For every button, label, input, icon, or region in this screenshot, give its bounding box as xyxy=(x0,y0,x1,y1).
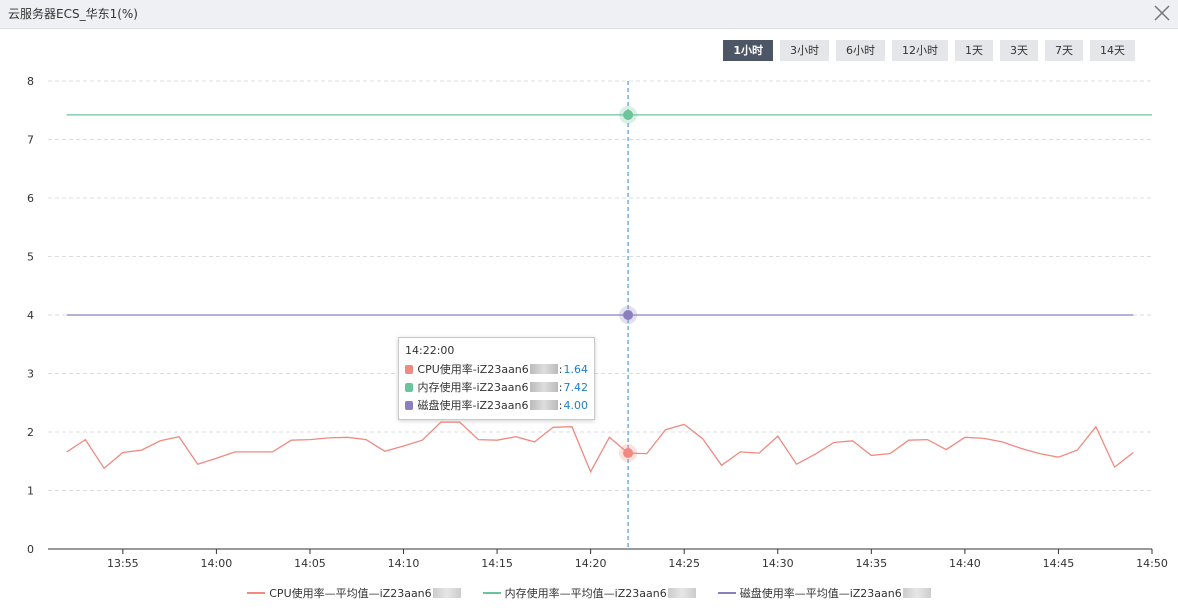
legend-swatch-memory xyxy=(482,592,501,594)
y-tick-label: 3 xyxy=(27,368,34,381)
x-tick-label: 14:05 xyxy=(294,557,326,570)
tooltip-time: 14:22:00 xyxy=(405,344,455,357)
x-tick-label: 13:55 xyxy=(107,557,139,570)
x-tick-label: 14:25 xyxy=(668,557,700,570)
redacted-mask xyxy=(432,588,461,598)
tooltip-swatch-cpu xyxy=(405,364,414,374)
tooltip-row-memory: 内存使用率-iZ23aan6 : 7.42 xyxy=(405,378,588,396)
x-tick-label: 14:10 xyxy=(388,557,420,570)
tooltip-label-cpu: CPU使用率-iZ23aan6 xyxy=(417,363,529,376)
x-tick-label: 14:00 xyxy=(201,557,233,570)
legend-label-memory: 内存使用率—平均值—iZ23aan6 xyxy=(504,587,667,600)
tooltip-swatch-disk xyxy=(405,400,414,410)
legend-label-cpu: CPU使用率—平均值—iZ23aan6 xyxy=(269,587,432,600)
legend-item-cpu[interactable]: CPU使用率—平均值—iZ23aan6 xyxy=(247,585,461,601)
x-tick-label: 14:50 xyxy=(1136,557,1168,570)
x-tick-label: 14:30 xyxy=(762,557,794,570)
y-tick-label: 2 xyxy=(27,426,34,439)
cpu-series-line xyxy=(66,421,1134,474)
redacted-mask xyxy=(667,588,696,598)
memory-highlight-point xyxy=(623,109,634,120)
chart-legend: CPU使用率—平均值—iZ23aan6 内存使用率—平均值—iZ23aan6 磁… xyxy=(0,585,1178,601)
legend-swatch-disk xyxy=(717,592,736,594)
x-tick-label: 14:40 xyxy=(949,557,981,570)
redacted-mask xyxy=(529,364,558,374)
legend-item-memory[interactable]: 内存使用率—平均值—iZ23aan6 xyxy=(482,585,696,601)
redacted-mask xyxy=(529,400,558,410)
disk-highlight-point xyxy=(623,310,634,320)
y-tick-label: 0 xyxy=(27,543,34,556)
tooltip-label-memory: 内存使用率-iZ23aan6 xyxy=(417,381,529,394)
tooltip-value-disk: 4.00 xyxy=(563,398,589,412)
y-tick-label: 7 xyxy=(27,134,34,147)
x-tick-label: 14:35 xyxy=(855,557,887,570)
tooltip-swatch-memory xyxy=(405,382,414,392)
x-tick-label: 14:15 xyxy=(481,557,513,570)
x-tick-label: 14:45 xyxy=(1043,557,1075,570)
legend-item-disk[interactable]: 磁盘使用率—平均值—iZ23aan6 xyxy=(717,585,931,601)
legend-label-disk: 磁盘使用率—平均值—iZ23aan6 xyxy=(739,587,902,600)
y-tick-label: 6 xyxy=(27,192,34,205)
y-tick-label: 1 xyxy=(27,485,34,498)
legend-swatch-cpu xyxy=(247,592,266,594)
tooltip-row-disk: 磁盘使用率-iZ23aan6 : 4.00 xyxy=(405,396,588,414)
line-chart: 0 1 2 3 4 5 6 7 8 13:55 14:00 14:05 14:10 14:15 14:20 1… xyxy=(27,75,1168,570)
chart-tooltip: 14:22:00 CPU使用率-iZ23aan6 : 1.64 内存使用率-iZ… xyxy=(398,337,595,420)
redacted-mask xyxy=(902,588,931,598)
y-tick-label: 4 xyxy=(27,309,34,322)
tooltip-value-memory: 7.42 xyxy=(563,380,589,394)
x-tick-label: 14:20 xyxy=(575,557,607,570)
y-tick-label: 8 xyxy=(27,75,34,88)
tooltip-value-cpu: 1.64 xyxy=(563,362,589,376)
tooltip-label-disk: 磁盘使用率-iZ23aan6 xyxy=(417,399,529,412)
cpu-highlight-point xyxy=(623,448,634,459)
redacted-mask xyxy=(529,382,558,392)
y-tick-label: 5 xyxy=(27,251,34,264)
tooltip-row-cpu: CPU使用率-iZ23aan6 : 1.64 xyxy=(405,360,588,378)
